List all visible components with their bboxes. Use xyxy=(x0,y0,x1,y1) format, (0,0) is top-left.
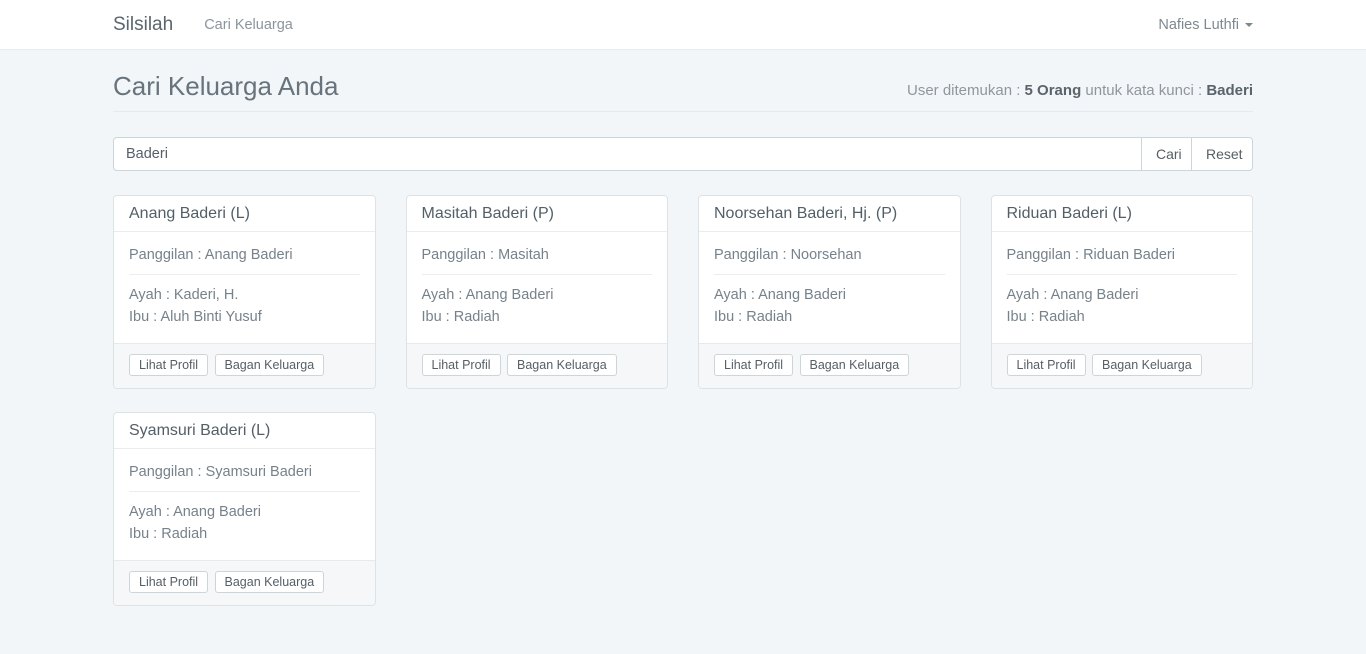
page-header: Cari Keluarga Anda User ditemukan : 5 Or… xyxy=(113,71,1253,112)
card-footer: Lihat Profil Bagan Keluarga xyxy=(407,343,668,388)
card-title: Anang Baderi (L) xyxy=(114,196,375,232)
lihat-profil-button[interactable]: Lihat Profil xyxy=(129,571,208,593)
lihat-profil-button[interactable]: Lihat Profil xyxy=(129,354,208,376)
summary-keyword: Baderi xyxy=(1206,82,1253,99)
card-body: Panggilan : Riduan Baderi Ayah : Anang B… xyxy=(992,232,1253,343)
result-card: Noorsehan Baderi, Hj. (P) Panggilan : No… xyxy=(683,195,976,389)
card-footer: Lihat Profil Bagan Keluarga xyxy=(699,343,960,388)
navbar: Silsilah Cari Keluarga Nafies Luthfi xyxy=(0,0,1366,50)
card-title: Syamsuri Baderi (L) xyxy=(114,413,375,449)
results-grid: Anang Baderi (L) Panggilan : Anang Bader… xyxy=(98,195,1268,629)
card-body: Panggilan : Masitah Ayah : Anang Baderi … xyxy=(407,232,668,343)
result-card: Riduan Baderi (L) Panggilan : Riduan Bad… xyxy=(976,195,1269,389)
card-body: Panggilan : Syamsuri Baderi Ayah : Anang… xyxy=(114,449,375,560)
card-divider xyxy=(129,274,360,275)
bagan-keluarga-button[interactable]: Bagan Keluarga xyxy=(1092,354,1202,376)
card-divider xyxy=(714,274,945,275)
search-input[interactable] xyxy=(113,137,1142,171)
card-divider xyxy=(422,274,653,275)
card-panggilan: Panggilan : Masitah xyxy=(422,246,653,264)
card-ibu: Ibu : Radiah xyxy=(422,306,653,328)
lihat-profil-button[interactable]: Lihat Profil xyxy=(1007,354,1086,376)
card-ayah: Ayah : Anang Baderi xyxy=(1007,284,1238,306)
result-summary: User ditemukan : 5 Orang untuk kata kunc… xyxy=(907,82,1253,99)
result-card: Anang Baderi (L) Panggilan : Anang Bader… xyxy=(98,195,391,389)
card-title: Riduan Baderi (L) xyxy=(992,196,1253,232)
bagan-keluarga-button[interactable]: Bagan Keluarga xyxy=(215,354,325,376)
user-name: Nafies Luthfi xyxy=(1158,17,1239,33)
card-panggilan: Panggilan : Anang Baderi xyxy=(129,246,360,264)
bagan-keluarga-button[interactable]: Bagan Keluarga xyxy=(800,354,910,376)
lihat-profil-button[interactable]: Lihat Profil xyxy=(422,354,501,376)
user-dropdown[interactable]: Nafies Luthfi xyxy=(1158,17,1253,33)
card-ibu: Ibu : Aluh Binti Yusuf xyxy=(129,306,360,328)
lihat-profil-button[interactable]: Lihat Profil xyxy=(714,354,793,376)
card-divider xyxy=(1007,274,1238,275)
nav-item-cari-keluarga[interactable]: Cari Keluarga xyxy=(204,17,293,33)
card-title: Noorsehan Baderi, Hj. (P) xyxy=(699,196,960,232)
card-footer: Lihat Profil Bagan Keluarga xyxy=(114,560,375,605)
card-divider xyxy=(129,491,360,492)
page-title: Cari Keluarga Anda xyxy=(113,71,338,102)
summary-prefix: User ditemukan : xyxy=(907,82,1025,99)
brand-link[interactable]: Silsilah xyxy=(113,14,173,36)
card-footer: Lihat Profil Bagan Keluarga xyxy=(992,343,1253,388)
card-panggilan: Panggilan : Riduan Baderi xyxy=(1007,246,1238,264)
summary-middle: untuk kata kunci : xyxy=(1081,82,1206,99)
card-panggilan: Panggilan : Syamsuri Baderi xyxy=(129,463,360,481)
card-footer: Lihat Profil Bagan Keluarga xyxy=(114,343,375,388)
cari-button[interactable]: Cari xyxy=(1141,137,1192,171)
main-content: Cari Keluarga Anda User ditemukan : 5 Or… xyxy=(98,71,1268,629)
result-card: Syamsuri Baderi (L) Panggilan : Syamsuri… xyxy=(98,412,391,606)
card-ayah: Ayah : Anang Baderi xyxy=(422,284,653,306)
card-title: Masitah Baderi (P) xyxy=(407,196,668,232)
card-body: Panggilan : Noorsehan Ayah : Anang Bader… xyxy=(699,232,960,343)
card-ibu: Ibu : Radiah xyxy=(129,523,360,545)
summary-count: 5 Orang xyxy=(1025,82,1082,99)
search-bar: Cari Reset xyxy=(113,137,1253,171)
card-ayah: Ayah : Kaderi, H. xyxy=(129,284,360,306)
card-ayah: Ayah : Anang Baderi xyxy=(714,284,945,306)
bagan-keluarga-button[interactable]: Bagan Keluarga xyxy=(215,571,325,593)
chevron-down-icon xyxy=(1245,23,1253,27)
result-card: Masitah Baderi (P) Panggilan : Masitah A… xyxy=(391,195,684,389)
card-ayah: Ayah : Anang Baderi xyxy=(129,501,360,523)
card-panggilan: Panggilan : Noorsehan xyxy=(714,246,945,264)
card-ibu: Ibu : Radiah xyxy=(1007,306,1238,328)
reset-button[interactable]: Reset xyxy=(1191,137,1253,171)
bagan-keluarga-button[interactable]: Bagan Keluarga xyxy=(507,354,617,376)
card-ibu: Ibu : Radiah xyxy=(714,306,945,328)
card-body: Panggilan : Anang Baderi Ayah : Kaderi, … xyxy=(114,232,375,343)
